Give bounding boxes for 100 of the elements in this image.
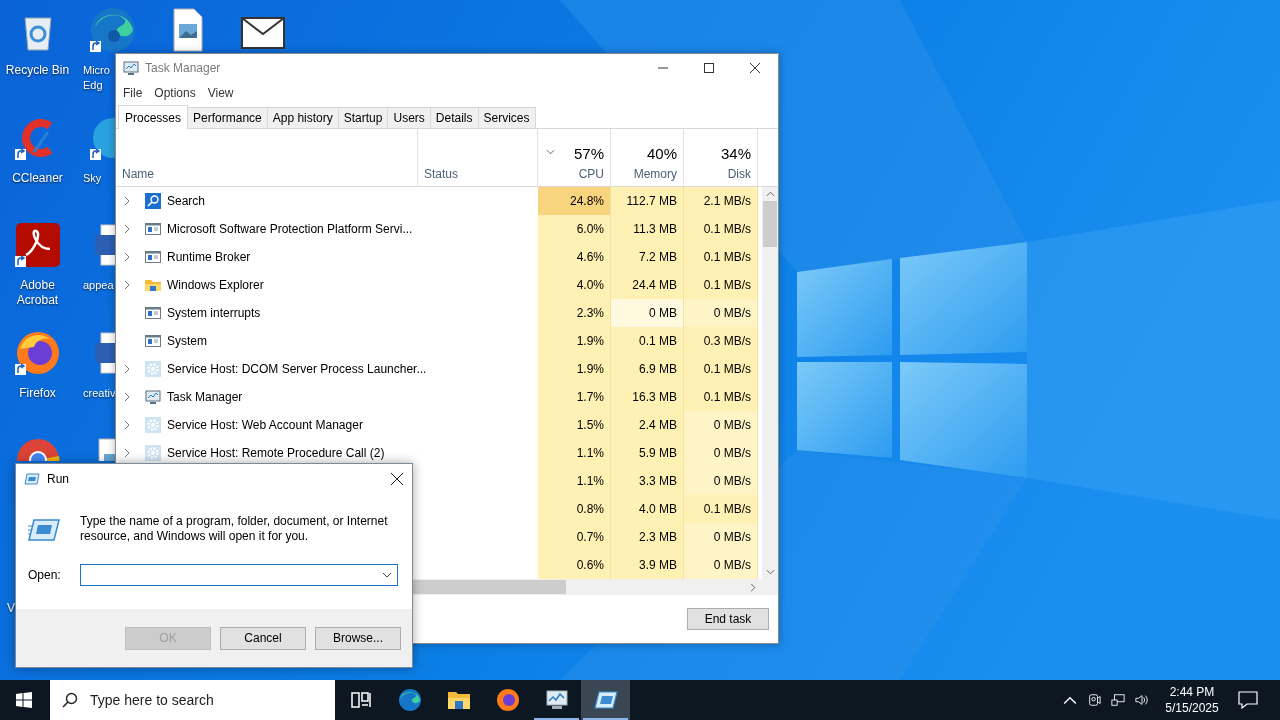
table-cell: 0 MB/s [684,551,758,579]
table-cell: 5.9 MB [611,439,684,467]
gear-icon [145,417,161,433]
close-icon [750,63,760,73]
expand-icon[interactable] [124,392,130,402]
close-icon [391,473,403,485]
scrollbar-thumb[interactable] [763,201,777,247]
input-field[interactable] [79,564,398,586]
run-icon [24,473,40,485]
icon-label: Firefox [18,385,57,401]
icon-label: Sky [83,170,103,186]
meet-now-icon[interactable] [1087,693,1101,707]
dialog-button[interactable]: Browse... [315,626,401,650]
expand-icon[interactable] [124,252,130,262]
gear-icon [145,361,161,377]
tab[interactable]: Services [477,107,536,128]
expand-icon[interactable] [124,196,130,206]
tab[interactable]: Processes [118,105,189,129]
process-name: Runtime Broker [167,250,251,264]
column-header[interactable]: Disk [727,167,751,181]
maximize-icon [704,63,714,73]
monitor-icon [544,688,569,712]
table-cell: 0.7% [538,523,611,551]
table-cell: 2.3 MB [611,523,684,551]
chevron-down-icon[interactable] [765,569,775,575]
icon-label: CCleaner [11,170,64,186]
expand-icon[interactable] [124,420,130,430]
tab[interactable]: Details [429,107,479,128]
table-cell: 4.0 MB [611,495,684,523]
table-cell: 0 MB/s [684,439,758,467]
process-name: Task Manager [167,390,243,404]
table-cell: 16.3 MB [611,383,684,411]
table-cell: 2.4 MB [611,411,684,439]
caret-icon[interactable] [382,572,392,578]
notification-icon[interactable] [1238,691,1258,709]
table-cell: 112.7 MB [611,187,684,215]
column-header[interactable]: Memory [633,167,677,181]
scrollbar[interactable] [762,187,778,579]
icon-label: Micro Edg [83,63,111,93]
table-cell: 0.6% [538,551,611,579]
windows-logo-icon [16,692,32,708]
browser-icon [495,688,520,712]
column-header[interactable]: CPU [578,167,604,181]
column-header[interactable]: Name [122,167,154,181]
window-icon [145,305,161,321]
expand-icon[interactable] [124,280,130,290]
dialog-button[interactable]: Cancel [220,626,306,650]
table-cell: 1.9% [538,327,611,355]
table-cell: 7.2 MB [611,243,684,271]
browser-icon[interactable] [88,6,137,54]
table-cell: 3.3 MB [611,467,684,495]
window-icon [145,333,161,349]
browser-icon [397,688,422,712]
monitor-icon [145,389,161,405]
chevron-right-icon[interactable] [750,582,756,592]
table-cell: 0 MB/s [684,467,758,495]
field-label: Open: [28,568,62,582]
app-icon[interactable] [13,221,62,269]
sort-icon [546,149,555,155]
table-cell: 0.1 MB/s [684,215,758,243]
monitor-icon [123,60,139,76]
tab[interactable]: Startup [337,107,389,128]
end-task-button[interactable]: End task [687,608,769,630]
icon-label: creativ [83,385,115,401]
table-cell: 0 MB/s [684,299,758,327]
network-icon[interactable] [1111,693,1125,707]
clock-date: 5/15/2025 [1165,700,1219,716]
taskbar-button[interactable] [581,680,630,720]
gear-icon [145,445,161,461]
tab[interactable]: Users [387,107,431,128]
window-title: Run [47,472,69,486]
table-cell: 0.1 MB/s [684,495,758,523]
volume-icon[interactable] [1135,693,1149,707]
process-name: System [167,334,207,348]
table-cell: 1.5% [538,411,611,439]
process-name: Windows Explorer [167,278,264,292]
icon-label: Recycle Bin [4,63,71,78]
expand-icon[interactable] [124,364,130,374]
table-cell: 3.9 MB [611,551,684,579]
usage-percent: 34% [720,145,751,162]
search-field[interactable]: Type here to search [88,691,332,709]
search-box[interactable]: Type here to search [50,680,335,720]
menu-item[interactable]: File [117,86,149,100]
table-cell: 24.8% [538,187,611,215]
clock[interactable]: 2:44 PM 5/15/2025 [1154,684,1230,716]
column-header[interactable]: Status [424,167,459,181]
table-cell: 0.1 MB/s [684,271,758,299]
table-cell: 0.8% [538,495,611,523]
tab[interactable]: App history [266,107,339,128]
run-icon [28,518,60,542]
expand-icon[interactable] [124,224,130,234]
process-name: Search [167,194,206,208]
process-name: Microsoft Software Protection Platform Servi... [167,222,413,236]
menu-item[interactable]: View [201,86,240,100]
process-name: System interrupts [167,306,261,320]
menu-item[interactable]: Options [148,86,202,100]
tab[interactable]: Performance [187,107,268,128]
table-cell: 0.1 MB/s [684,383,758,411]
expand-icon[interactable] [124,448,130,458]
table-cell: 2.3% [538,299,611,327]
